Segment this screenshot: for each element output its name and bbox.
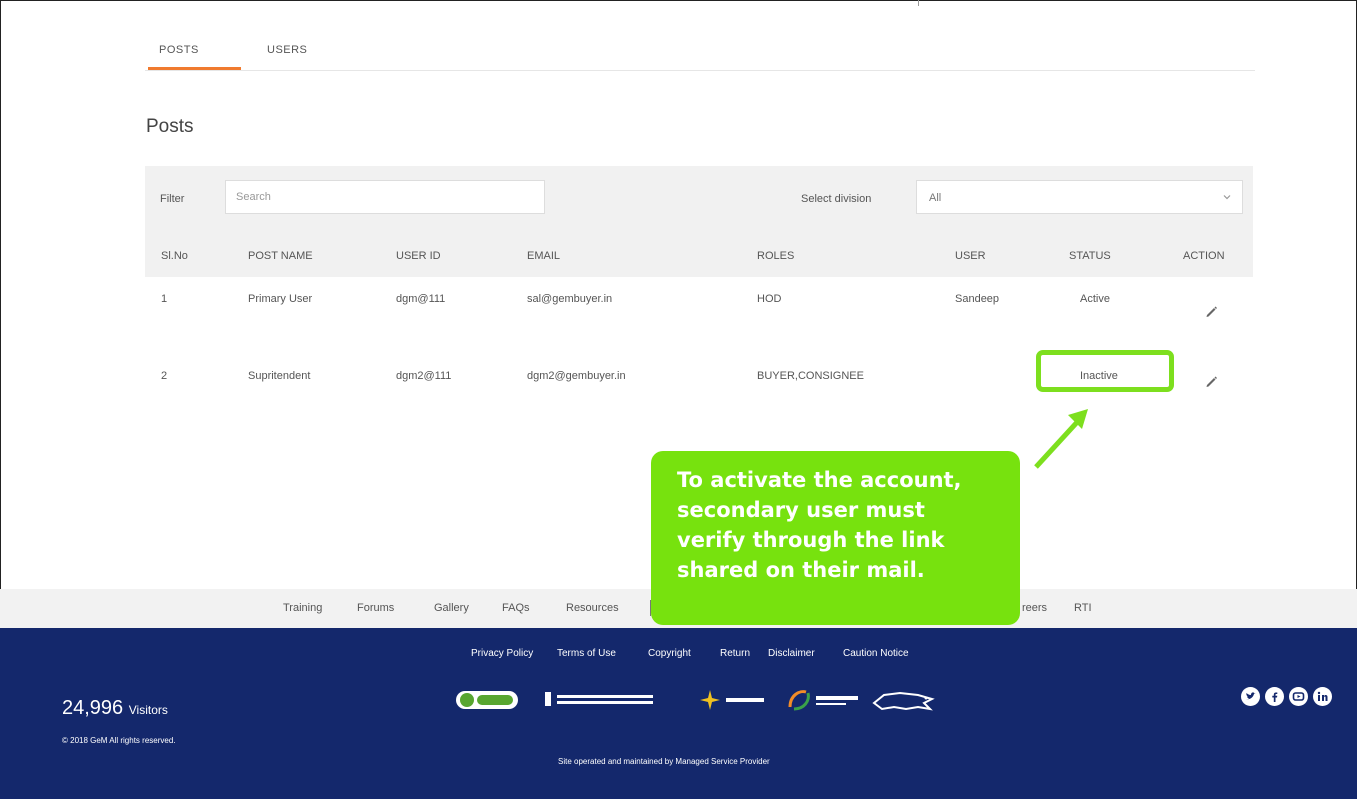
division-label: Select division [801,193,872,205]
twitter-icon[interactable] [1241,687,1260,706]
digital-india-logo [788,690,858,711]
table-header: Sl.No POST NAME USER ID EMAIL ROLES USER… [145,231,1253,277]
facebook-icon[interactable] [1265,687,1284,706]
cell-sl-no: 1 [161,293,168,305]
page-title: Posts [146,116,194,137]
tab-posts[interactable]: POSTS [159,44,199,56]
header-sl-no: Sl.No [161,250,188,262]
callout-text: To activate the account, secondary user … [677,468,962,582]
visitors-label: Visitors [128,703,168,717]
header-action: ACTION [1183,250,1225,262]
header-email: EMAIL [527,250,561,262]
terms-of-use-link[interactable]: Terms of Use [557,648,616,659]
copyright-link[interactable]: Copyright [648,648,691,659]
copyright-text: © 2018 GeM All rights reserved. [62,736,176,745]
cell-post-name: Supritendent [248,370,311,382]
frame-notch [918,0,919,6]
cell-sl-no: 2 [161,370,168,382]
chevron-down-icon [1223,195,1231,200]
cell-user-id: dgm@111 [396,293,446,305]
instruction-callout: To activate the account, secondary user … [651,451,1020,625]
division-select[interactable]: All [916,180,1243,214]
table-row: 1 Primary User dgm@111 sal@gembuyer.in H… [145,277,1253,337]
edit-icon[interactable] [1204,304,1218,318]
header-status: STATUS [1069,250,1111,262]
filter-label: Filter [160,193,185,205]
department-of-commerce-logo [545,692,653,706]
arrow-up-right-icon [1034,409,1088,469]
disclaimer-link[interactable]: Disclaimer [768,648,815,659]
edit-icon[interactable] [1204,374,1218,388]
visitors-count: 24,996 [62,697,124,719]
header-user-id: USER ID [396,250,441,262]
footer-link-gallery[interactable]: Gallery [434,602,469,614]
maintained-by-text: Site operated and maintained by Managed … [558,757,770,766]
footer-link-rti[interactable]: RTI [1074,602,1092,614]
footer: Privacy Policy Terms of Use Copyright Re… [0,628,1357,799]
cell-user: Sandeep [955,293,1000,305]
tab-users[interactable]: USERS [267,44,307,56]
linkedin-icon[interactable] [1313,687,1332,706]
footer-link-faqs[interactable]: FAQs [502,602,530,614]
division-selected-value: All [929,192,942,204]
cell-user-id: dgm2@111 [396,370,452,382]
footer-link-careers[interactable]: reers [1022,602,1047,614]
gem-spv-logo [700,690,764,710]
footer-link-forums[interactable]: Forums [357,602,394,614]
status-highlight-box [1036,350,1174,392]
privacy-policy-link[interactable]: Privacy Policy [471,648,533,659]
youtube-icon[interactable] [1289,687,1308,706]
cell-roles: BUYER,CONSIGNEE [757,370,864,382]
visitors-counter: 24,996 Visitors [62,697,168,720]
header-roles: ROLES [757,250,795,262]
caution-notice-link[interactable]: Caution Notice [843,648,909,659]
make-in-india-logo [872,691,935,711]
filter-bar: Filter Select division All [145,166,1253,231]
cell-email: dgm2@gembuyer.in [527,370,626,382]
cell-roles: HOD [757,293,782,305]
cell-email: sal@gembuyer.in [527,293,613,305]
tab-bar: POSTS USERS [145,34,1255,71]
search-input[interactable] [225,180,545,214]
header-post-name: POST NAME [248,250,313,262]
return-link[interactable]: Return [720,648,750,659]
cell-post-name: Primary User [248,293,313,305]
footer-link-resources[interactable]: Resources [566,602,619,614]
secure-badge-logo [456,691,518,709]
header-user: USER [955,250,986,262]
cell-status: Active [1080,293,1110,305]
active-tab-indicator [148,67,241,70]
footer-link-training[interactable]: Training [283,602,322,614]
